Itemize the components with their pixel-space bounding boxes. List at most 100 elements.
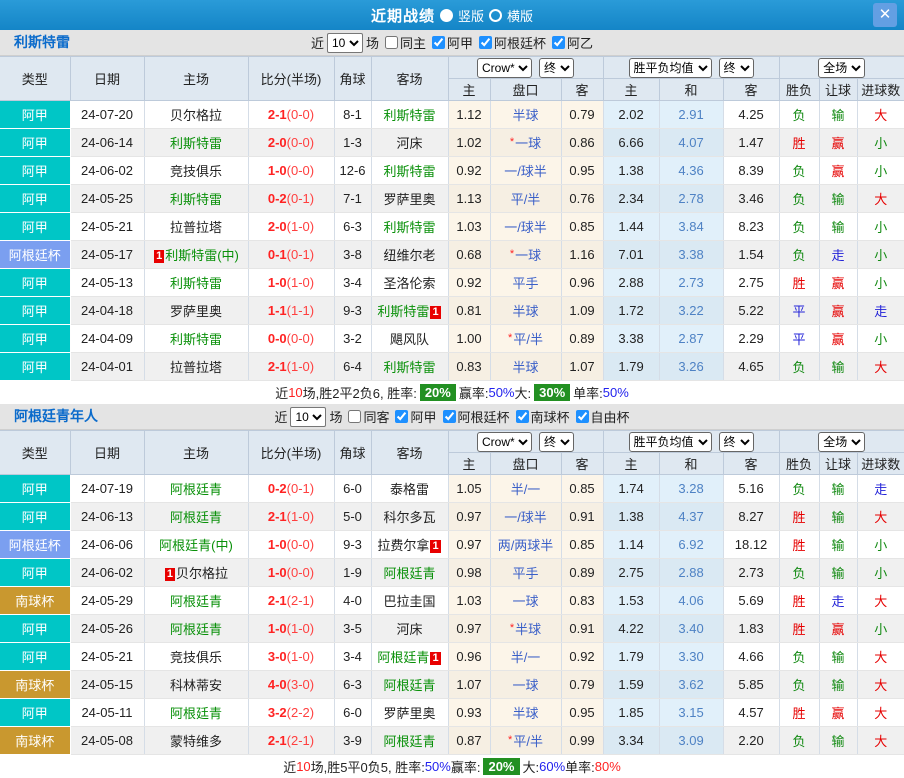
odds-company-select[interactable]: Crow* bbox=[477, 431, 533, 452]
column-header: 角球 bbox=[333, 56, 372, 101]
corner-cell: 12-6 bbox=[334, 156, 372, 185]
league-checkbox-1-wrap[interactable]: 阿根廷杯 bbox=[473, 33, 546, 52]
portrait-radio[interactable] bbox=[439, 8, 453, 22]
league-checkbox-1-label: 阿根廷杯 bbox=[494, 36, 547, 51]
result-goals-cell: 小 bbox=[857, 558, 904, 587]
team-label: 蒙特维多 bbox=[169, 734, 222, 749]
result-handicap-cell: 输 bbox=[819, 642, 858, 671]
result-handicap-cell: 输 bbox=[819, 502, 858, 531]
league-checkbox-1[interactable] bbox=[479, 36, 493, 49]
odds-home-cell: 0.98 bbox=[448, 558, 491, 587]
odds-home-cell: 0.93 bbox=[448, 698, 491, 727]
odds-home-cell: 1.12 bbox=[448, 100, 491, 129]
league-checkbox-3[interactable] bbox=[575, 410, 589, 423]
score-cell: 0-2(0-1) bbox=[248, 474, 335, 503]
league-checkbox-0-wrap[interactable]: 阿甲 bbox=[426, 33, 473, 52]
league-type-badge: 阿根廷杯 bbox=[0, 530, 71, 559]
odds-away-cell: 0.96 bbox=[561, 268, 604, 297]
close-icon[interactable]: ✕ bbox=[873, 3, 897, 27]
asterisk-marker: * bbox=[509, 136, 515, 148]
odds-away-cell: 0.91 bbox=[561, 614, 604, 643]
team-label: 拉费尔拿 bbox=[377, 538, 430, 553]
result-handicap-cell: 赢 bbox=[819, 324, 858, 353]
home-team-cell: 利斯特雷 bbox=[144, 324, 249, 353]
result-goals-cell: 小 bbox=[857, 324, 904, 353]
league-checkbox-1-wrap[interactable]: 阿根廷杯 bbox=[437, 407, 510, 426]
avg-home-cell: 4.22 bbox=[603, 614, 660, 643]
result-handicap-cell: 输 bbox=[819, 670, 858, 699]
handicap-cell: 平手 bbox=[490, 558, 562, 587]
handicap-cell: 一/球半 bbox=[490, 212, 562, 241]
league-checkbox-2[interactable] bbox=[515, 410, 529, 423]
league-checkbox-0-label: 阿甲 bbox=[410, 410, 437, 425]
odds-away-cell: 0.95 bbox=[561, 156, 604, 185]
result-wdl-cell: 胜 bbox=[779, 502, 820, 531]
match-date-cell: 24-06-02 bbox=[70, 156, 145, 185]
league-type-badge: 阿甲 bbox=[0, 474, 71, 503]
league-checkbox-2[interactable] bbox=[552, 36, 566, 49]
same-venue-checkbox[interactable] bbox=[348, 410, 362, 423]
league-checkbox-0-wrap[interactable]: 阿甲 bbox=[389, 407, 437, 426]
odds-home-cell: 1.03 bbox=[448, 212, 491, 241]
team-label: 利斯特雷 bbox=[169, 192, 222, 207]
odds-company-select[interactable]: Crow* bbox=[477, 57, 533, 78]
games-count-select[interactable]: 10 bbox=[326, 32, 363, 53]
avg-type-select[interactable]: 胜平负均值 bbox=[628, 431, 712, 452]
odds-home-cell: 0.83 bbox=[448, 352, 491, 381]
result-handicap-cell: 走 bbox=[819, 240, 858, 269]
odds-home-cell: 0.97 bbox=[448, 502, 491, 531]
league-checkbox-1[interactable] bbox=[442, 410, 456, 423]
match-date-cell: 24-05-15 bbox=[70, 670, 145, 699]
match-row: 阿甲 24-05-26 阿根廷青 1-0(1-0) 3-5 河床 0.97 *半球 0.91 4.… bbox=[0, 614, 904, 643]
scope-select[interactable]: 全场 bbox=[818, 431, 866, 452]
team-label: 贝尔格拉 bbox=[169, 108, 222, 123]
league-checkbox-0[interactable] bbox=[395, 410, 409, 423]
red-card-badge: 1 bbox=[154, 250, 165, 263]
summary-segment: 20% bbox=[483, 758, 520, 775]
home-team-cell: 利斯特雷 bbox=[144, 184, 249, 213]
asterisk-marker: * bbox=[509, 248, 515, 260]
avg-away-cell: 5.16 bbox=[723, 474, 780, 503]
sections-container: 利斯特雷近 10 场同主 阿甲 阿根廷杯 阿乙 类型 日期 主场 比分(半场) 角球 客场 Crow* 终… bbox=[0, 30, 904, 778]
avg-away-cell: 2.75 bbox=[723, 268, 780, 297]
avg-away-cell: 5.69 bbox=[723, 586, 780, 615]
league-checkbox-2-wrap[interactable]: 南球杯 bbox=[510, 407, 570, 426]
odds-time-select[interactable]: 终 bbox=[539, 57, 575, 78]
app-titlebar: 近期战绩 竖版 横版 ✕ bbox=[0, 0, 904, 30]
summary-segment: 大: bbox=[514, 386, 532, 401]
games-count-select[interactable]: 10 bbox=[290, 406, 327, 427]
league-checkbox-0-label: 阿甲 bbox=[447, 36, 474, 51]
avg-home-cell: 1.53 bbox=[603, 586, 660, 615]
handicap-cell: *一球 bbox=[490, 240, 562, 269]
corner-cell: 4-0 bbox=[334, 586, 372, 615]
away-team-cell: 巴拉圭国 bbox=[371, 586, 449, 615]
avg-time-select[interactable]: 终 bbox=[718, 431, 754, 452]
score-cell: 2-0(0-0) bbox=[248, 128, 335, 157]
column-header: 日期 bbox=[69, 56, 145, 101]
result-wdl-cell: 负 bbox=[779, 642, 820, 671]
scope-select[interactable]: 全场 bbox=[818, 57, 866, 78]
avg-type-select[interactable]: 胜平负均值 bbox=[628, 57, 712, 78]
same-venue-checkbox[interactable] bbox=[384, 36, 398, 49]
games-label: 场 bbox=[365, 36, 379, 51]
league-type-badge: 阿甲 bbox=[0, 128, 71, 157]
odds-away-cell: 0.89 bbox=[561, 558, 604, 587]
league-checkbox-3-wrap[interactable]: 自由杯 bbox=[570, 407, 630, 426]
away-team-cell: 罗萨里奥 bbox=[371, 698, 449, 727]
corner-cell: 7-1 bbox=[334, 184, 372, 213]
landscape-radio[interactable] bbox=[489, 8, 502, 22]
score-cell: 2-1(2-1) bbox=[248, 726, 335, 755]
match-row: 阿甲 24-05-13 利斯特雷 1-0(1-0) 3-4 圣洛伦索 0.92 平手 0.96 2… bbox=[0, 268, 904, 297]
odds-away-cell: 0.83 bbox=[561, 586, 604, 615]
odds-home-cell: 1.00 bbox=[448, 324, 491, 353]
avg-time-select[interactable]: 终 bbox=[718, 57, 754, 78]
league-checkbox-2-wrap[interactable]: 阿乙 bbox=[546, 33, 593, 52]
match-date-cell: 24-06-06 bbox=[70, 530, 145, 559]
league-checkbox-0[interactable] bbox=[432, 36, 445, 49]
same-venue-checkbox-wrap[interactable]: 同客 bbox=[342, 407, 389, 426]
corner-cell: 9-3 bbox=[334, 296, 372, 325]
odds-time-select[interactable]: 终 bbox=[539, 431, 575, 452]
home-team-cell: 竞技俱乐 bbox=[144, 156, 249, 185]
same-venue-checkbox-wrap[interactable]: 同主 bbox=[379, 33, 426, 52]
avg-draw-cell: 2.73 bbox=[659, 268, 724, 297]
